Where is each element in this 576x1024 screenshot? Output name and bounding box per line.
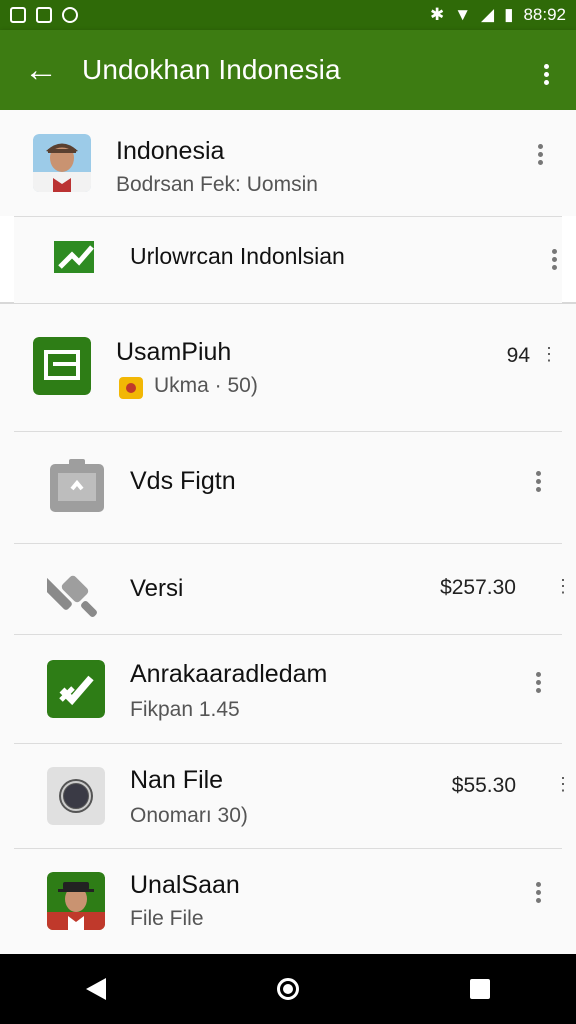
nav-back-icon[interactable] xyxy=(85,978,106,1000)
list-item[interactable]: UnalSaan File File xyxy=(14,848,562,957)
bluetooth-icon: ✱ xyxy=(429,5,445,24)
item-subtitle: Ukma · 50) xyxy=(154,374,258,397)
item-price: $257.30 xyxy=(440,576,516,599)
item-title: UsamPiuh xyxy=(116,338,232,366)
item-subtitle: Fikpan 1.45 xyxy=(130,698,240,721)
more-vert-icon[interactable] xyxy=(538,144,543,165)
item-subtitle: Onomarı 30) xyxy=(130,804,248,827)
list-item[interactable]: Anrakaaradledam Fikpan 1.45 xyxy=(14,634,562,743)
overflow-menu-button[interactable] xyxy=(516,56,576,85)
status-bar: ✱ ▼ ◢ ▮ 88:92 xyxy=(0,0,576,30)
app-bar: ← Undokhan Indonesia xyxy=(0,30,576,110)
notification-icon xyxy=(10,7,26,23)
more-vert-icon[interactable]: ⋮ xyxy=(554,774,572,795)
portrait-avatar-icon xyxy=(47,872,105,930)
item-title: Vds Figtn xyxy=(130,467,236,495)
featured-card: Indonesia Bodrsan Fek: Uomsin Urlowrcan … xyxy=(0,110,576,304)
system-nav-bar xyxy=(0,954,576,1024)
briefcase-icon xyxy=(50,459,104,512)
more-vert-icon[interactable]: ⋮ xyxy=(554,576,572,597)
item-subtitle: Bodrsan Fek: Uomsin xyxy=(116,173,318,196)
list-item[interactable]: Nan File Onomarı 30) $55.30 ⋮ xyxy=(14,743,572,848)
more-vert-icon[interactable] xyxy=(536,672,541,693)
badge-icon xyxy=(119,377,143,399)
list-item[interactable]: Versi $257.30 ⋮ xyxy=(14,543,572,634)
item-price: $55.30 xyxy=(451,774,516,797)
list-item[interactable]: UsamPiuh Ukma · 50) 94 ⋮ xyxy=(0,304,576,431)
item-title: Versi xyxy=(130,575,184,602)
item-count: 94 xyxy=(506,344,530,367)
more-vert-icon[interactable]: ⋮ xyxy=(540,344,558,365)
wifi-icon: ▼ xyxy=(454,5,472,24)
item-title: Anrakaaradledam xyxy=(130,660,328,688)
back-button[interactable]: ← xyxy=(0,53,82,87)
wrench-icon xyxy=(47,574,97,617)
clock: 88:92 xyxy=(523,5,566,24)
app-list: UsamPiuh Ukma · 50) 94 ⋮ Vds Figtn Versi… xyxy=(0,304,576,957)
more-vert-icon[interactable] xyxy=(536,882,541,903)
checkmark-app-icon xyxy=(47,660,105,718)
item-title: Nan File xyxy=(130,766,224,794)
document-app-icon xyxy=(33,337,91,395)
more-vert-icon[interactable] xyxy=(536,471,541,492)
trending-chart-icon xyxy=(54,241,94,273)
sync-icon xyxy=(62,7,78,23)
item-title: Indonesia xyxy=(116,137,225,165)
featured-row-1[interactable]: Indonesia Bodrsan Fek: Uomsin xyxy=(0,110,576,216)
more-vert-icon[interactable] xyxy=(552,249,557,270)
list-item[interactable]: Vds Figtn xyxy=(14,431,562,543)
item-title: UnalSaan xyxy=(130,871,240,899)
item-title: Urlowrcan Indonlsian xyxy=(130,243,345,269)
featured-row-2[interactable]: Urlowrcan Indonlsian xyxy=(14,216,562,303)
signal-icon: ◢ xyxy=(481,5,495,24)
sd-card-icon xyxy=(36,7,52,23)
nav-home-icon[interactable] xyxy=(276,978,299,1000)
nav-recents-icon[interactable] xyxy=(470,979,491,999)
page-title: Undokhan Indonesia xyxy=(82,54,341,85)
item-subtitle: File File xyxy=(130,907,204,930)
battery-icon: ▮ xyxy=(504,5,514,24)
camera-lens-icon xyxy=(47,767,105,825)
more-vert-icon xyxy=(543,63,549,85)
portrait-avatar-icon xyxy=(33,134,91,192)
